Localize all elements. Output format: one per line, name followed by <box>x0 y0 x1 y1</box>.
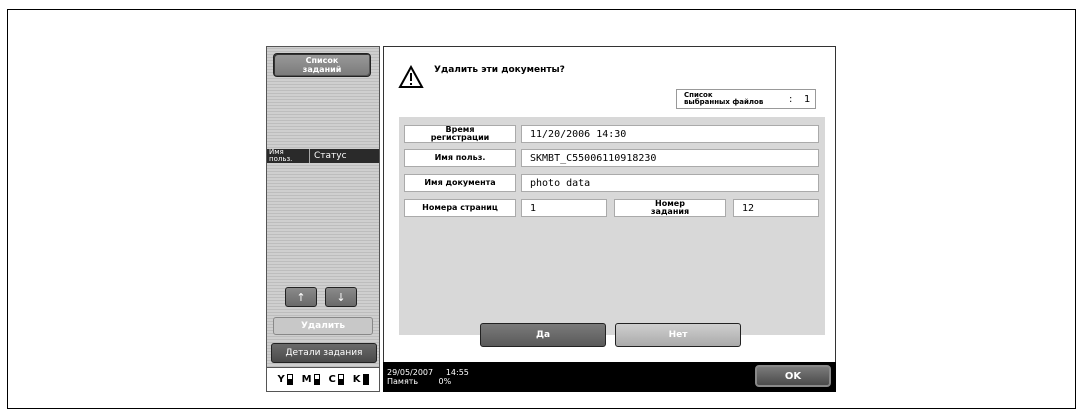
arrow-down-icon: ↓ <box>336 290 346 304</box>
pages-label: Номера страниц <box>404 199 516 217</box>
toner-c: C <box>329 374 344 385</box>
column-user: Имя польз. <box>267 149 310 163</box>
toner-c-bar <box>337 374 344 385</box>
yes-button[interactable]: Да <box>480 323 606 347</box>
arrow-up-icon: ↑ <box>296 290 306 304</box>
toner-m-bar <box>313 374 320 385</box>
job-list-label-line1: Список <box>305 56 339 65</box>
job-list-button[interactable]: Список заданий <box>273 53 371 77</box>
job-list-header: Имя польз. Статус <box>267 149 379 163</box>
toner-y-bar <box>286 374 293 385</box>
toner-y-label: Y <box>277 374 285 385</box>
left-panel: Список заданий Имя польз. Статус ↑ ↓ Уда… <box>266 46 380 392</box>
job-details-button[interactable]: Детали задания <box>271 343 377 363</box>
scroll-up-button[interactable]: ↑ <box>285 287 317 307</box>
job-number-label: Номер задания <box>614 199 726 217</box>
toner-y: Y <box>277 374 293 385</box>
user-name-label: Имя польз. <box>404 149 516 167</box>
selected-files-colon: : <box>789 94 793 105</box>
reg-time-value: 11/20/2006 14:30 <box>521 125 819 143</box>
pages-value: 1 <box>521 199 607 217</box>
reg-time-label: Время регистрации <box>404 125 516 143</box>
footer-memory-label: Память <box>387 377 419 386</box>
toner-c-label: C <box>328 374 336 385</box>
toner-k: K <box>353 374 369 385</box>
job-list-label-line2: заданий <box>302 65 342 74</box>
toner-m: M <box>302 374 320 385</box>
toner-m-label: M <box>301 374 312 385</box>
scroll-down-button[interactable]: ↓ <box>325 287 357 307</box>
footer-date: 29/05/2007 <box>387 368 434 377</box>
toner-levels: Y M C K <box>267 367 379 391</box>
delete-confirm-dialog: Удалить эти документы? Список выбранных … <box>383 46 836 386</box>
warning-triangle-icon <box>398 65 424 88</box>
job-number-label-line2: задания <box>650 207 690 216</box>
ok-button[interactable]: OK <box>755 365 831 387</box>
toner-k-label: K <box>352 374 361 385</box>
column-status: Статус <box>314 151 347 161</box>
no-button[interactable]: Нет <box>615 323 741 347</box>
dialog-message: Удалить эти документы? <box>434 65 565 75</box>
reg-time-label-line2: регистрации <box>430 133 490 142</box>
user-name-value: SKMBT_C55006110918230 <box>521 149 819 167</box>
delete-button[interactable]: Удалить <box>273 317 373 335</box>
selected-files-label-line2: выбранных файлов <box>684 98 764 106</box>
footer-memory-value: 0% <box>438 377 452 386</box>
footer-time: 14:55 <box>445 368 469 377</box>
toner-k-bar <box>362 374 369 385</box>
column-user-line2: польз. <box>269 155 293 163</box>
doc-name-label: Имя документа <box>404 174 516 192</box>
status-footer: 29/05/2007 14:55 Память 0% OK <box>383 362 836 392</box>
document-details-panel: Время регистрации 11/20/2006 14:30 Имя по… <box>399 117 825 335</box>
datetime-memory: 29/05/2007 14:55 Память 0% <box>387 368 469 386</box>
doc-name-value: photo data <box>521 174 819 192</box>
selected-files-label: Список выбранных файлов <box>684 92 763 106</box>
selected-files-count: 1 <box>804 94 811 105</box>
job-number-value: 12 <box>733 199 819 217</box>
